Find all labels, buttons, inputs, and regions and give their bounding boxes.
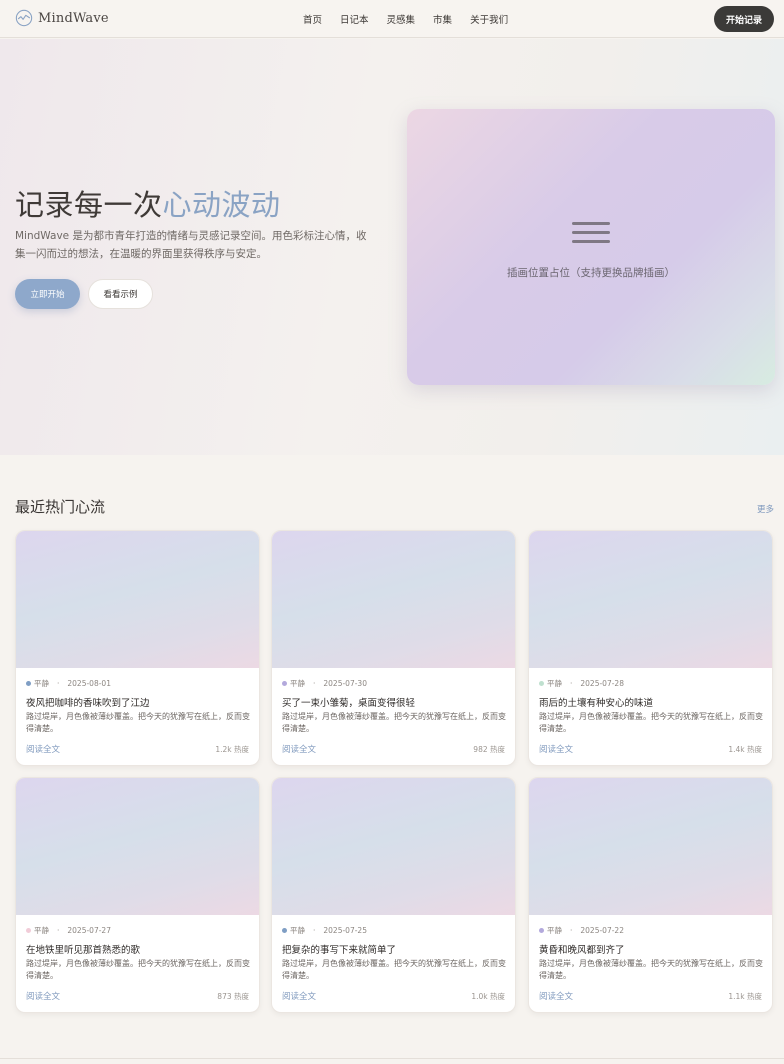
- card-heat: 1.0k 热度: [471, 992, 505, 1001]
- card-title[interactable]: 在地铁里听见那首熟悉的歌: [26, 942, 140, 956]
- card-excerpt: 路过堤岸，月色像被薄纱覆盖。把今天的犹豫写在纸上，反而变得清楚。: [282, 959, 506, 980]
- card-mood: 平静: [290, 926, 305, 935]
- card-image: [529, 531, 772, 668]
- card-excerpt: 路过堤岸，月色像被薄纱覆盖。把今天的犹豫写在纸上，反而变得清楚。: [26, 959, 250, 980]
- card-mood: 平静: [547, 926, 562, 935]
- logo[interactable]: MindWave: [15, 9, 109, 27]
- card-image: [16, 531, 259, 668]
- read-more-link[interactable]: 阅读全文: [539, 990, 573, 1002]
- card-date: 2025-07-30: [323, 679, 367, 688]
- illustration-placeholder-text: 插画位置占位（支持更换品牌插画）: [507, 267, 675, 279]
- card-title[interactable]: 夜风把咖啡的香味吹到了江边: [26, 695, 150, 709]
- card-heat: 1.2k 热度: [215, 745, 249, 754]
- card-image: [16, 778, 259, 915]
- card-title[interactable]: 买了一束小雏菊，桌面变得很轻: [282, 695, 415, 709]
- hero-illustration: 插画位置占位（支持更换品牌插画）: [407, 109, 775, 385]
- wave-line-icon: [15, 9, 33, 27]
- card-date: 2025-07-28: [580, 679, 624, 688]
- card-excerpt: 路过堤岸，月色像被薄纱覆盖。把今天的犹豫写在纸上，反而变得清楚。: [282, 712, 506, 733]
- start-recording-button[interactable]: 开始记录: [714, 6, 774, 32]
- card-date: 2025-07-22: [580, 926, 624, 935]
- more-link[interactable]: 更多: [757, 503, 774, 515]
- mood-dot-icon: [539, 928, 544, 933]
- section-title: 最近热门心流: [15, 498, 106, 516]
- card-mood: 平静: [547, 679, 562, 688]
- card-image: [529, 778, 772, 915]
- card-image: [272, 531, 515, 668]
- mood-dot-icon: [282, 928, 287, 933]
- mood-dot-icon: [282, 681, 287, 686]
- card-date: 2025-07-25: [323, 926, 367, 935]
- read-more-link[interactable]: 阅读全文: [539, 743, 573, 755]
- card-title[interactable]: 雨后的土壤有种安心的味道: [539, 695, 653, 709]
- card-date: 2025-07-27: [67, 926, 111, 935]
- post-card[interactable]: 平静 · 2025-07-28 雨后的土壤有种安心的味道 路过堤岸，月色像被薄纱覆盖…: [528, 530, 773, 766]
- card-heat: 1.1k 热度: [728, 992, 762, 1001]
- view-examples-button[interactable]: 看看示例: [88, 279, 153, 309]
- menu-lines-icon: [572, 222, 610, 246]
- card-mood: 平静: [290, 679, 305, 688]
- post-card[interactable]: 平静 · 2025-07-27 在地铁里听见那首熟悉的歌 路过堤岸，月色像被薄纱覆盖…: [15, 777, 260, 1013]
- mood-dot-icon: [539, 681, 544, 686]
- nav-diary[interactable]: 日记本: [340, 12, 369, 26]
- footer-divider: [0, 1058, 784, 1059]
- nav-inspiration[interactable]: 灵感集: [387, 12, 416, 26]
- post-card[interactable]: 平静 · 2025-07-22 黄昏和晚风都到齐了 路过堤岸，月色像被薄纱覆盖。把今…: [528, 777, 773, 1013]
- card-image: [272, 778, 515, 915]
- hero-title-main: 记录每一次: [15, 188, 163, 222]
- card-heat: 873 热度: [217, 992, 249, 1001]
- hero-title-accent: 心动波动: [162, 188, 281, 222]
- nav-market[interactable]: 市集: [433, 12, 452, 26]
- read-more-link[interactable]: 阅读全文: [282, 990, 316, 1002]
- start-now-button[interactable]: 立即开始: [15, 279, 80, 309]
- card-mood: 平静: [34, 679, 49, 688]
- card-excerpt: 路过堤岸，月色像被薄纱覆盖。把今天的犹豫写在纸上，反而变得清楚。: [26, 712, 250, 733]
- read-more-link[interactable]: 阅读全文: [282, 743, 316, 755]
- main-nav: 首页 日记本 灵感集 市集 关于我们: [294, 12, 517, 26]
- card-heat: 982 热度: [473, 745, 505, 754]
- card-heat: 1.4k 热度: [728, 745, 762, 754]
- card-excerpt: 路过堤岸，月色像被薄纱覆盖。把今天的犹豫写在纸上，反而变得清楚。: [539, 712, 763, 733]
- post-card[interactable]: 平静 · 2025-07-25 把复杂的事写下来就简单了 路过堤岸，月色像被薄纱覆盖…: [271, 777, 516, 1013]
- post-card[interactable]: 平静 · 2025-08-01 夜风把咖啡的香味吹到了江边 路过堤岸，月色像被薄纱覆…: [15, 530, 260, 766]
- read-more-link[interactable]: 阅读全文: [26, 743, 60, 755]
- logo-text: MindWave: [38, 10, 109, 26]
- mood-dot-icon: [26, 928, 31, 933]
- nav-about[interactable]: 关于我们: [470, 12, 508, 26]
- read-more-link[interactable]: 阅读全文: [26, 990, 60, 1002]
- mood-dot-icon: [26, 681, 31, 686]
- nav-home[interactable]: 首页: [303, 12, 322, 26]
- hero-description: MindWave 是为都市青年打造的情绪与灵感记录空间。用色彩标注心情，收集一闪…: [15, 230, 367, 260]
- card-title[interactable]: 把复杂的事写下来就简单了: [282, 942, 396, 956]
- top-header: MindWave 首页 日记本 灵感集 市集 关于我们 开始记录: [0, 0, 784, 38]
- hero-title: 记录每一次心动波动: [15, 182, 281, 224]
- post-card[interactable]: 平静 · 2025-07-30 买了一束小雏菊，桌面变得很轻 路过堤岸，月色像被薄纱…: [271, 530, 516, 766]
- card-date: 2025-08-01: [67, 679, 111, 688]
- card-title[interactable]: 黄昏和晚风都到齐了: [539, 942, 625, 956]
- card-mood: 平静: [34, 926, 49, 935]
- card-excerpt: 路过堤岸，月色像被薄纱覆盖。把今天的犹豫写在纸上，反而变得清楚。: [539, 959, 763, 980]
